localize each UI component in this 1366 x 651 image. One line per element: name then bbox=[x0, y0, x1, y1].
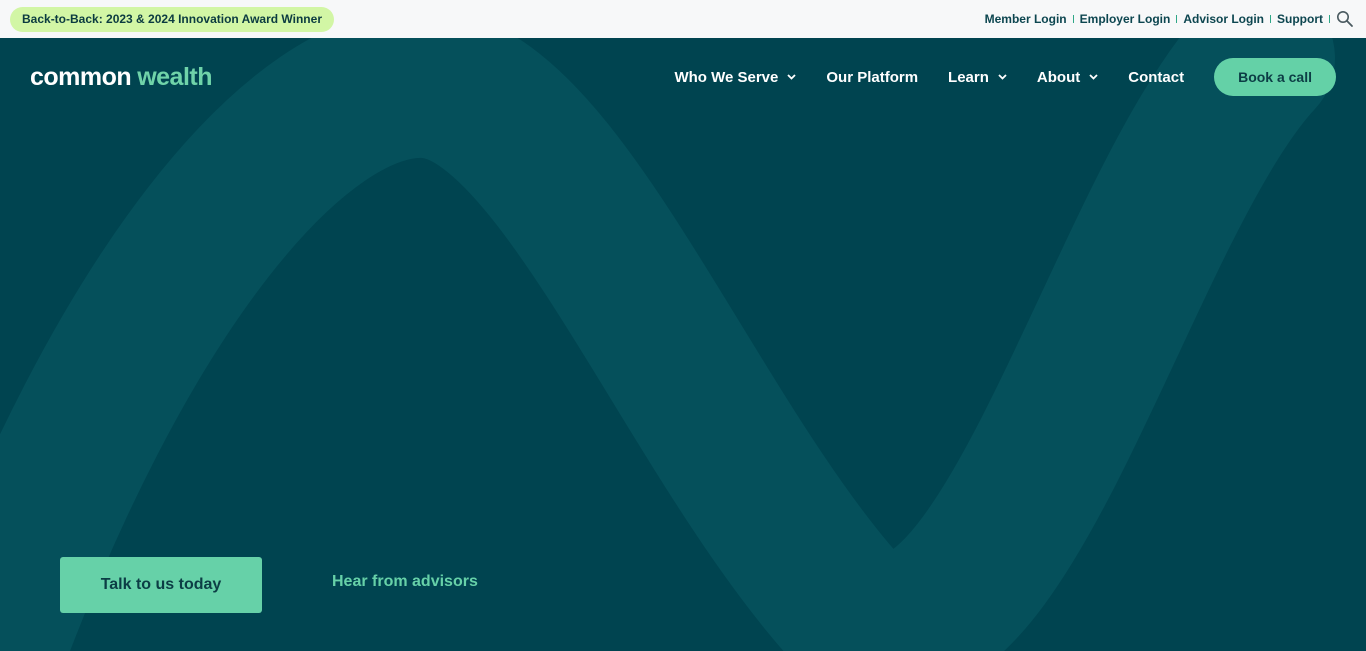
nav-label: Who We Serve bbox=[674, 68, 779, 86]
hero-section: common wealth Who We Serve Our Platform … bbox=[0, 38, 1366, 651]
award-badge[interactable]: Back-to-Back: 2023 & 2024 Innovation Awa… bbox=[10, 6, 334, 32]
book-a-call-button[interactable]: Book a call bbox=[1214, 58, 1336, 96]
nav-label: Our Platform bbox=[826, 68, 919, 86]
advisor-login-link[interactable]: Advisor Login bbox=[1183, 12, 1264, 26]
member-login-link[interactable]: Member Login bbox=[985, 12, 1067, 26]
main-nav: common wealth Who We Serve Our Platform … bbox=[0, 38, 1366, 116]
divider bbox=[1270, 15, 1271, 23]
nav-contact[interactable]: Contact bbox=[1128, 69, 1184, 86]
nav-our-platform[interactable]: Our Platform bbox=[826, 69, 918, 86]
divider bbox=[1329, 15, 1330, 23]
chevron-down-icon bbox=[1089, 74, 1098, 80]
utility-bar: Back-to-Back: 2023 & 2024 Innovation Awa… bbox=[0, 0, 1366, 38]
support-link[interactable]: Support bbox=[1277, 12, 1323, 26]
employer-login-link[interactable]: Employer Login bbox=[1080, 12, 1171, 26]
logo[interactable]: common wealth bbox=[30, 63, 212, 92]
talk-to-us-button[interactable]: Talk to us today bbox=[60, 557, 262, 613]
logo-common: common bbox=[30, 62, 132, 91]
logo-wealth: wealth bbox=[137, 62, 212, 91]
nav-label: About bbox=[1036, 68, 1081, 86]
utility-links: Member Login Employer Login Advisor Logi… bbox=[985, 10, 1354, 28]
divider bbox=[1072, 15, 1074, 23]
nav-label: Contact bbox=[1128, 68, 1185, 86]
nav-menu: Who We Serve Our Platform Learn About Co… bbox=[644, 58, 1336, 96]
nav-learn[interactable]: Learn bbox=[948, 69, 1007, 86]
nav-label: Learn bbox=[948, 68, 989, 86]
chevron-down-icon bbox=[998, 74, 1007, 80]
search-icon[interactable] bbox=[1336, 10, 1354, 28]
chevron-down-icon bbox=[787, 74, 796, 80]
nav-about[interactable]: About bbox=[1037, 69, 1098, 86]
hear-from-advisors-link[interactable]: Hear from advisors bbox=[332, 573, 478, 591]
divider bbox=[1176, 15, 1178, 23]
nav-who-we-serve[interactable]: Who We Serve bbox=[674, 69, 796, 86]
